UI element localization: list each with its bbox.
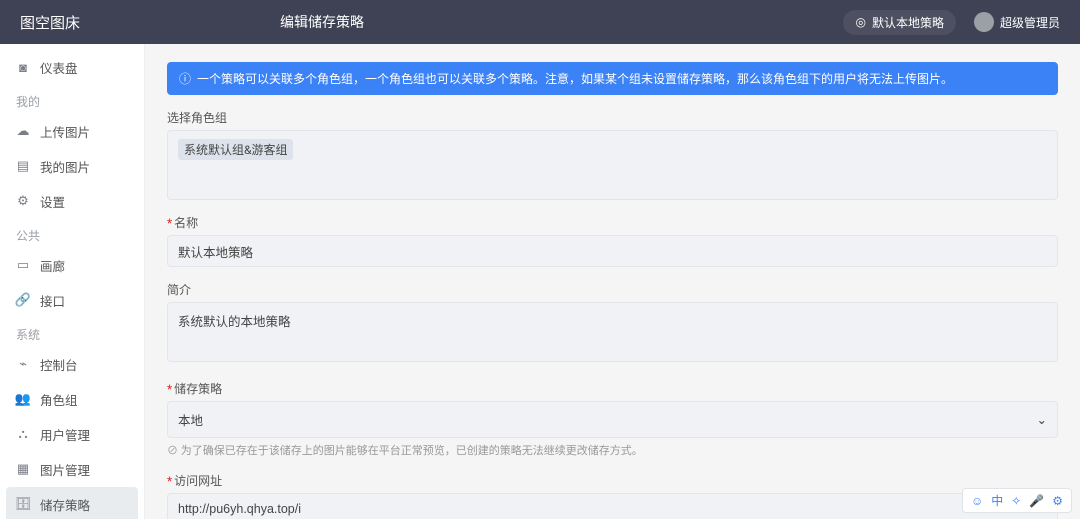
nav-list: ◙ 仪表盘我的 ☁ 上传图片 ▤ 我的图片 ⚙ 设置公共 ▭ 画廊 🔗 接口系统 ⌁ 控制台 👥 角色组 ⛬ 用户… — [0, 44, 144, 519]
sidebar-item[interactable]: ▤ 我的图片 — [0, 149, 144, 184]
nav-icon: ▦ — [16, 463, 30, 477]
sidebar-item[interactable]: 👥 角色组 — [0, 382, 144, 417]
sidebar-item[interactable]: ▭ 画廊 — [0, 248, 144, 283]
page-title: 编辑储存策略 — [280, 12, 364, 32]
nav-group-label: 系统 — [0, 318, 144, 347]
nav-label: 我的图片 — [40, 157, 90, 176]
nav-icon: ▤ — [16, 160, 30, 174]
nav-icon: 🔗 — [16, 294, 30, 308]
nav-label: 图片管理 — [40, 460, 90, 479]
main-content: ⓘ 一个策略可以关联多个角色组，一个角色组也可以关联多个策略。注意，如果某个组未… — [145, 44, 1080, 519]
store-field: 储存策略 本地 ⌄ ⊘ 为了确保已存在于该储存上的图片能够在平台正常预览，已创建… — [167, 380, 1058, 458]
nav-icon: ☁ — [16, 125, 30, 139]
sidebar-item[interactable]: ⌁ 控制台 — [0, 347, 144, 382]
ime-toolbar[interactable]: ☺ 中 ✧ 🎤 ⚙ — [962, 488, 1072, 513]
group-tag[interactable]: 系统默认组&游客组 — [178, 139, 293, 160]
info-alert: ⓘ 一个策略可以关联多个角色组，一个角色组也可以关联多个策略。注意，如果某个组未… — [167, 62, 1058, 95]
avatar — [974, 12, 994, 32]
strategy-chip-label: 默认本地策略 — [872, 14, 944, 31]
alert-text: 一个策略可以关联多个角色组，一个角色组也可以关联多个策略。注意，如果某个组未设置… — [197, 70, 953, 87]
group-tagbox[interactable]: 系统默认组&游客组 — [167, 130, 1058, 200]
nav-icon: ▭ — [16, 259, 30, 273]
intro-label: 简介 — [167, 281, 1058, 298]
header-right: ◎ 默认本地策略 超级管理员 — [843, 10, 1060, 35]
ime-lang[interactable]: 中 — [991, 492, 1003, 509]
nav-group-label: 我的 — [0, 85, 144, 114]
nav-icon: ◙ — [16, 61, 30, 75]
nav-label: 上传图片 — [40, 122, 90, 141]
nav-label: 接口 — [40, 291, 65, 310]
nav-icon: 🗄 — [16, 498, 30, 512]
brand-title: 图空图床 — [20, 12, 220, 33]
nav-label: 用户管理 — [40, 425, 90, 444]
nav-group-label: 公共 — [0, 219, 144, 248]
url-field: 访问网址 本地储存的访问网址必须有根路径，例如：https://www.lsky… — [167, 472, 1058, 519]
sidebar-item[interactable]: 🗄 储存策略 — [6, 487, 138, 519]
sidebar-item[interactable]: 🔗 接口 — [0, 283, 144, 318]
sidebar-item[interactable]: ☁ 上传图片 — [0, 114, 144, 149]
nav-label: 仪表盘 — [40, 58, 78, 77]
nav-label: 画廊 — [40, 256, 65, 275]
name-field: 名称 — [167, 214, 1058, 267]
ime-gear-icon[interactable]: ⚙ — [1052, 494, 1063, 508]
sidebar-item[interactable]: ⚙ 设置 — [0, 184, 144, 219]
group-label: 选择角色组 — [167, 109, 1058, 126]
nav-icon: ⛬ — [16, 428, 30, 442]
ime-sparkle-icon[interactable]: ✧ — [1011, 494, 1021, 508]
user-menu[interactable]: 超级管理员 — [974, 12, 1060, 32]
nav-label: 设置 — [40, 192, 65, 211]
app-header: 图空图床 编辑储存策略 ◎ 默认本地策略 超级管理员 — [0, 0, 1080, 44]
store-hint: ⊘ 为了确保已存在于该储存上的图片能够在平台正常预览，已创建的策略无法继续更改储… — [167, 442, 1058, 458]
sidebar-item[interactable]: ◙ 仪表盘 — [0, 50, 144, 85]
nav-icon: ⌁ — [16, 358, 30, 372]
name-label: 名称 — [167, 214, 1058, 231]
nav-label: 控制台 — [40, 355, 78, 374]
intro-field: 简介 系统默认的本地策略 — [167, 281, 1058, 366]
ime-mic-icon[interactable]: 🎤 — [1029, 494, 1044, 508]
user-name: 超级管理员 — [1000, 14, 1060, 31]
nav-icon: 👥 — [16, 393, 30, 407]
nav-label: 角色组 — [40, 390, 78, 409]
url-input[interactable] — [167, 493, 1058, 519]
strategy-chip[interactable]: ◎ 默认本地策略 — [843, 10, 956, 35]
tag-icon: ◎ — [855, 15, 865, 29]
store-select[interactable]: 本地 ⌄ — [167, 401, 1058, 438]
name-input[interactable] — [167, 235, 1058, 267]
chevron-down-icon: ⌄ — [1037, 412, 1047, 428]
ime-smiley-icon[interactable]: ☺ — [971, 494, 983, 508]
nav-label: 储存策略 — [40, 495, 90, 514]
nav-icon: ⚙ — [16, 195, 30, 209]
warn-icon: ⊘ — [167, 444, 178, 457]
info-icon: ⓘ — [179, 70, 191, 87]
intro-textarea[interactable]: 系统默认的本地策略 — [167, 302, 1058, 362]
group-field: 选择角色组 系统默认组&游客组 — [167, 109, 1058, 200]
sidebar-item[interactable]: ⛬ 用户管理 — [0, 417, 144, 452]
sidebar: ◙ 仪表盘我的 ☁ 上传图片 ▤ 我的图片 ⚙ 设置公共 ▭ 画廊 🔗 接口系统 ⌁ 控制台 👥 角色组 ⛬ 用户… — [0, 44, 145, 519]
store-label: 储存策略 — [167, 380, 1058, 397]
store-value: 本地 — [178, 410, 203, 429]
sidebar-item[interactable]: ▦ 图片管理 — [0, 452, 144, 487]
url-label: 访问网址 — [167, 472, 1058, 489]
